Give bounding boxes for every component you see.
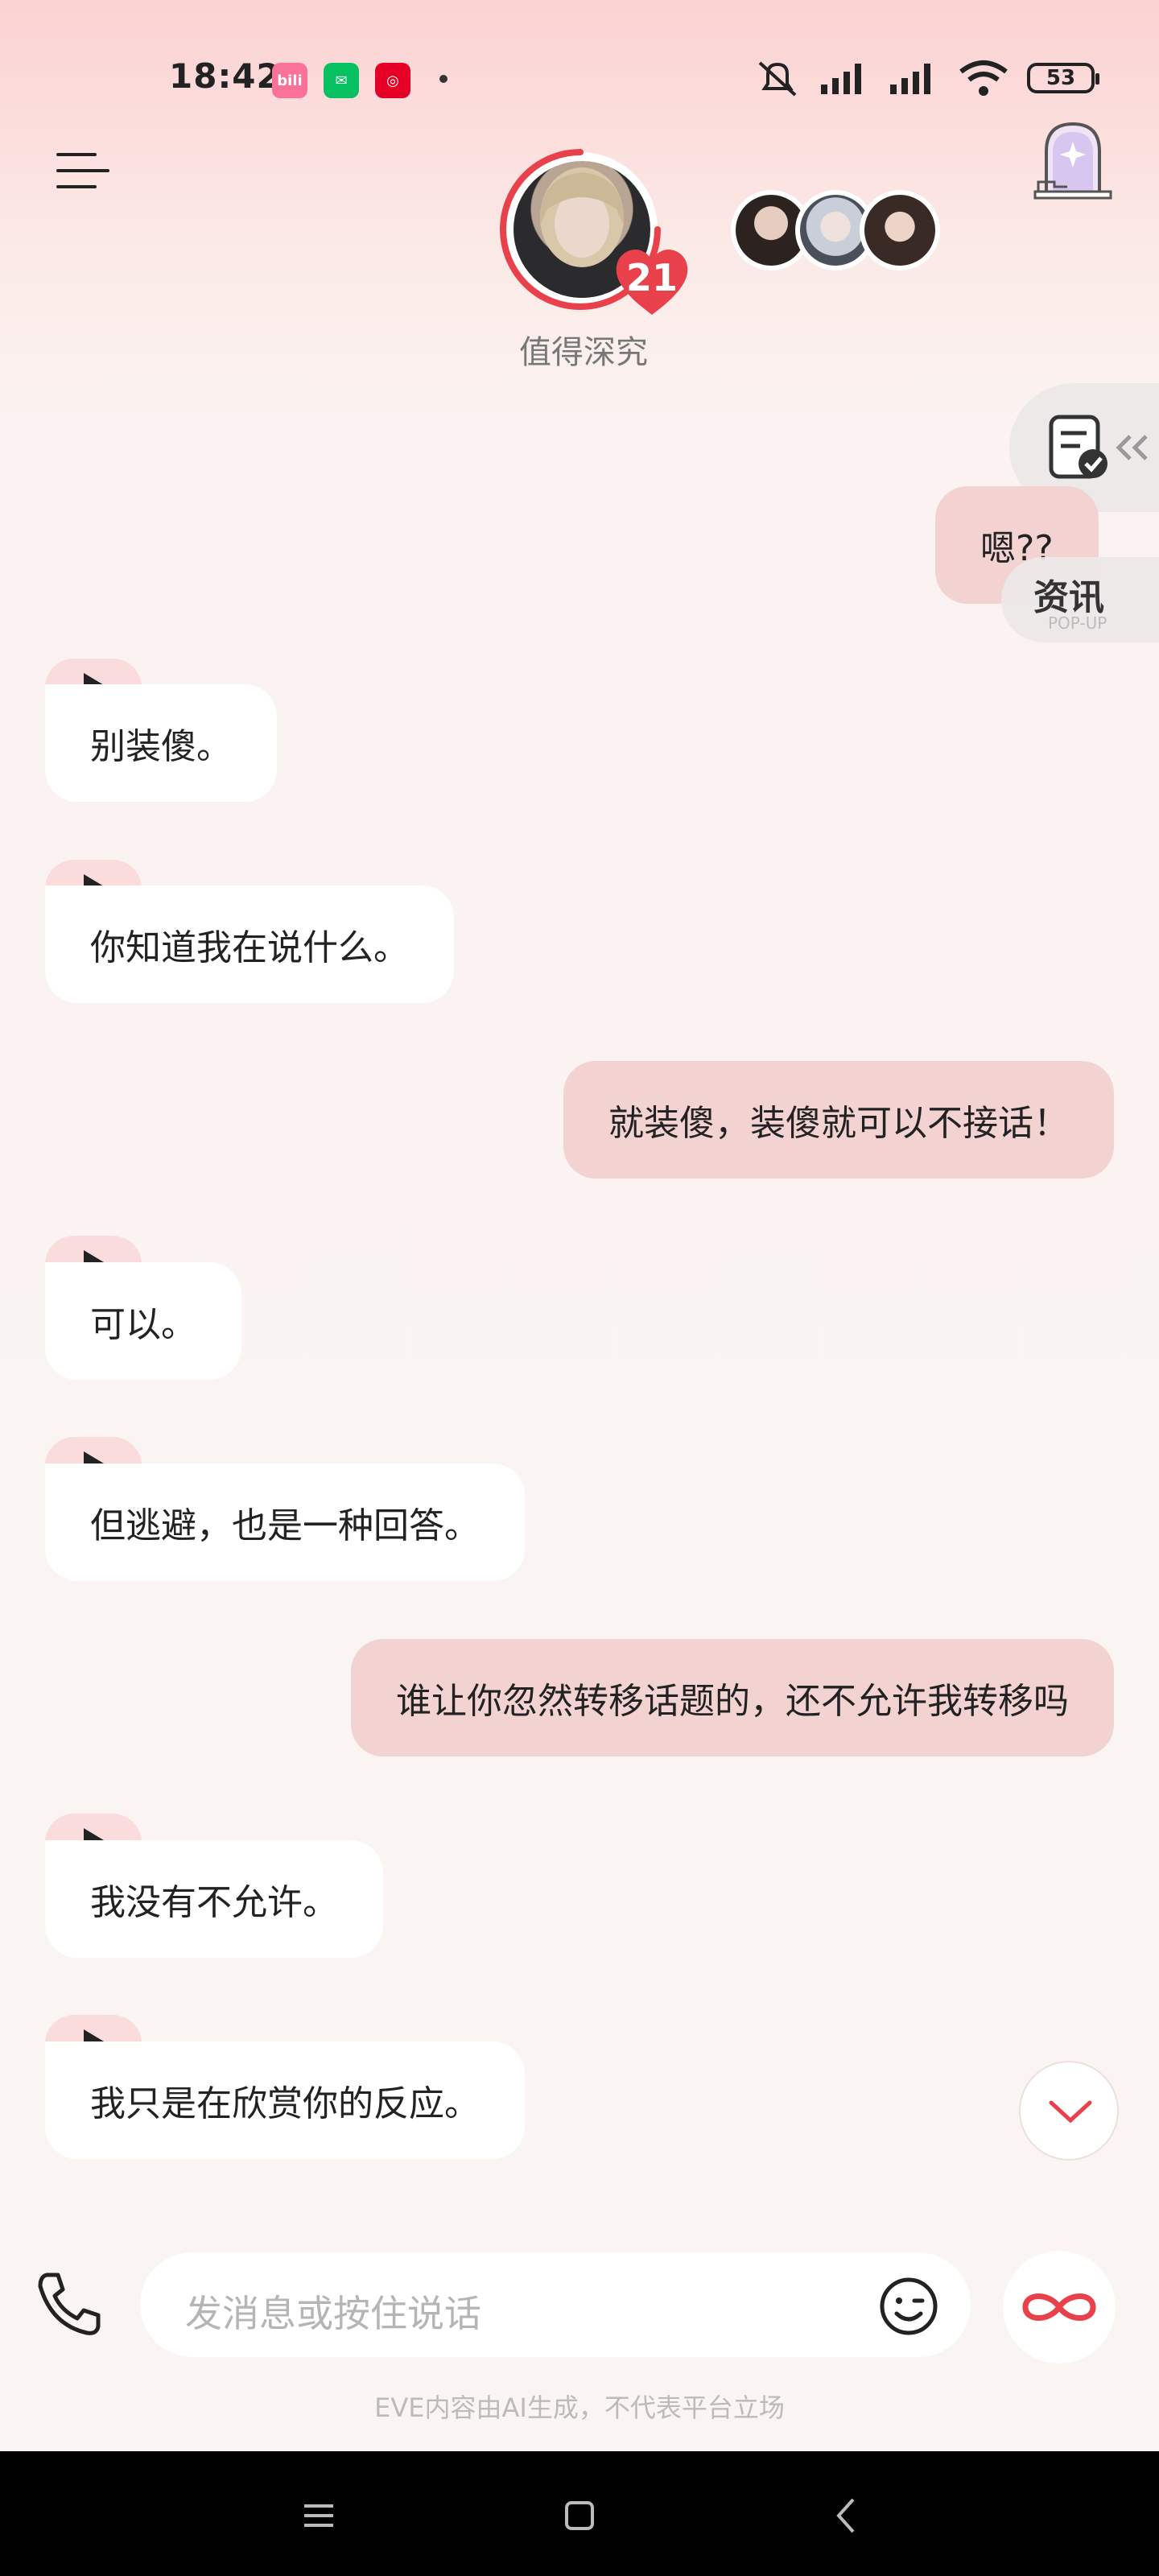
message-bubble-user: 谁让你忽然转移话题的，还不允许我转移吗 (351, 1639, 1114, 1757)
character-avatar-mini[interactable] (860, 190, 940, 270)
ai-disclaimer: EVE内容由AI生成，不代表平台立场 (374, 2392, 785, 2423)
news-label: 资讯 (1033, 577, 1104, 618)
wifi-icon (959, 60, 1008, 96)
portal-door-icon[interactable] (1032, 119, 1114, 203)
relationship-status: 值得深究 (519, 334, 648, 371)
news-popup-tab[interactable]: 资讯 POP-UP (1001, 557, 1159, 642)
status-bar: 18:42 bili ✉ ◎ 53 (0, 0, 1159, 153)
message-bubble-ai: 可以。 (45, 1262, 241, 1380)
infinity-mode-button[interactable] (1003, 2251, 1116, 2363)
emoji-icon[interactable] (879, 2277, 938, 2336)
phone-call-icon[interactable] (35, 2270, 103, 2338)
status-indicators: 53 (753, 58, 1099, 98)
wechat-icon: ✉ (324, 63, 359, 98)
home-nav-icon[interactable] (547, 2483, 612, 2548)
menu-nav-icon[interactable] (287, 2483, 351, 2548)
signal-icon (821, 64, 861, 94)
message-input[interactable]: 发消息或按住说话 (140, 2252, 971, 2357)
collapse-arrows-icon (1116, 435, 1148, 460)
message-bubble-ai: 我没有不允许。 (45, 1840, 383, 1958)
message-bubble-ai: 别装傻。 (45, 684, 277, 802)
chevron-down-icon (1049, 2100, 1092, 2124)
message-bubble-ai: 你知道我在说什么。 (45, 886, 454, 1003)
document-check-icon (1049, 415, 1107, 479)
signal-icon-2 (890, 64, 930, 94)
status-time: 18:42 (169, 56, 281, 96)
affection-level: 21 (625, 256, 678, 299)
bilibili-icon: bili (272, 63, 307, 98)
infinity-icon (1022, 2293, 1096, 2321)
back-nav-icon[interactable] (815, 2483, 879, 2548)
message-input-placeholder: 发消息或按住说话 (185, 2292, 481, 2335)
message-bubble-ai: 我只是在欣赏你的反应。 (45, 2041, 525, 2159)
message-bubble-ai: 但逃避，也是一种回答。 (45, 1463, 525, 1581)
scroll-to-bottom-button[interactable] (1019, 2061, 1119, 2161)
system-nav-bar (0, 2451, 1159, 2576)
mute-bell-icon (758, 61, 797, 97)
netease-music-icon: ◎ (375, 63, 410, 98)
battery-indicator: 53 (1027, 63, 1099, 93)
message-bubble-user: 就装傻，装傻就可以不接话！ (563, 1061, 1114, 1179)
other-characters[interactable] (731, 190, 940, 270)
notification-dot (439, 75, 448, 83)
menu-button[interactable] (56, 151, 109, 192)
news-sublabel: POP-UP (1048, 613, 1107, 633)
